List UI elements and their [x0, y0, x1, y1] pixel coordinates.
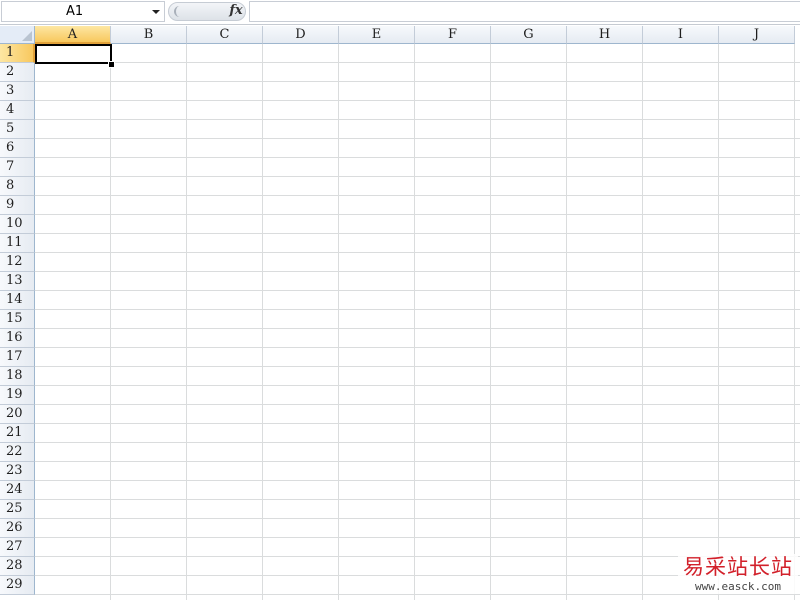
column-header-i[interactable]: I — [643, 26, 719, 44]
row-header-27[interactable]: 27 — [0, 538, 35, 557]
row-header-6[interactable]: 6 — [0, 139, 35, 158]
row-header-28[interactable]: 28 — [0, 557, 35, 576]
row-header-10[interactable]: 10 — [0, 215, 35, 234]
column-header-g[interactable]: G — [491, 26, 567, 44]
row-header-15[interactable]: 15 — [0, 310, 35, 329]
chevron-down-icon[interactable] — [150, 2, 162, 21]
row-header-12[interactable]: 12 — [0, 253, 35, 272]
fill-handle[interactable] — [108, 61, 115, 68]
row-header-14[interactable]: 14 — [0, 291, 35, 310]
row-header-19[interactable]: 19 — [0, 386, 35, 405]
cell-area[interactable] — [35, 44, 800, 600]
name-box-value: A1 — [66, 4, 84, 19]
watermark-title: 易采站长站 — [683, 555, 793, 579]
name-box[interactable]: A1 — [1, 1, 165, 22]
row-header-24[interactable]: 24 — [0, 481, 35, 500]
row-header-1[interactable]: 1 — [0, 44, 35, 63]
column-header-h[interactable]: H — [567, 26, 643, 44]
watermark: 易采站长站 www.easck.com — [678, 554, 798, 594]
row-header-18[interactable]: 18 — [0, 367, 35, 386]
row-header-2[interactable]: 2 — [0, 63, 35, 82]
row-header-16[interactable]: 16 — [0, 329, 35, 348]
row-header-3[interactable]: 3 — [0, 82, 35, 101]
row-header-5[interactable]: 5 — [0, 120, 35, 139]
row-header-21[interactable]: 21 — [0, 424, 35, 443]
row-header-29[interactable]: 29 — [0, 576, 35, 595]
row-header-13[interactable]: 13 — [0, 272, 35, 291]
select-all-triangle-icon — [22, 31, 32, 41]
column-header-e[interactable]: E — [339, 26, 415, 44]
column-header-d[interactable]: D — [263, 26, 339, 44]
column-header-a[interactable]: A — [35, 26, 111, 44]
watermark-url: www.easck.com — [694, 580, 782, 593]
row-header-9[interactable]: 9 — [0, 196, 35, 215]
formula-input[interactable] — [249, 1, 800, 22]
row-header-4[interactable]: 4 — [0, 101, 35, 120]
row-header-26[interactable]: 26 — [0, 519, 35, 538]
spreadsheet-window: A1 fx ABCDEFGHIJ 1 2 3 4 5 6 7 8 9 10 11 12 13 14 15 16… — [0, 0, 800, 600]
row-header-11[interactable]: 11 — [0, 234, 35, 253]
column-header-f[interactable]: F — [415, 26, 491, 44]
row-header-17[interactable]: 17 — [0, 348, 35, 367]
formula-bar: A1 fx — [0, 0, 800, 25]
row-header-23[interactable]: 23 — [0, 462, 35, 481]
active-cell-cursor[interactable] — [35, 44, 112, 64]
select-all-button[interactable] — [0, 26, 35, 44]
splitter-grip-icon — [174, 6, 180, 17]
worksheet-grid: ABCDEFGHIJ 1 2 3 4 5 6 7 8 9 10 11 12 13 14 15 16 17 18 19… — [0, 26, 800, 600]
row-header-25[interactable]: 25 — [0, 500, 35, 519]
row-header-8[interactable]: 8 — [0, 177, 35, 196]
insert-function-button[interactable]: fx — [226, 1, 246, 22]
column-header-j[interactable]: J — [719, 26, 795, 44]
column-header-b[interactable]: B — [111, 26, 187, 44]
row-header-7[interactable]: 7 — [0, 158, 35, 177]
row-header-20[interactable]: 20 — [0, 405, 35, 424]
row-header-22[interactable]: 22 — [0, 443, 35, 462]
column-header-c[interactable]: C — [187, 26, 263, 44]
